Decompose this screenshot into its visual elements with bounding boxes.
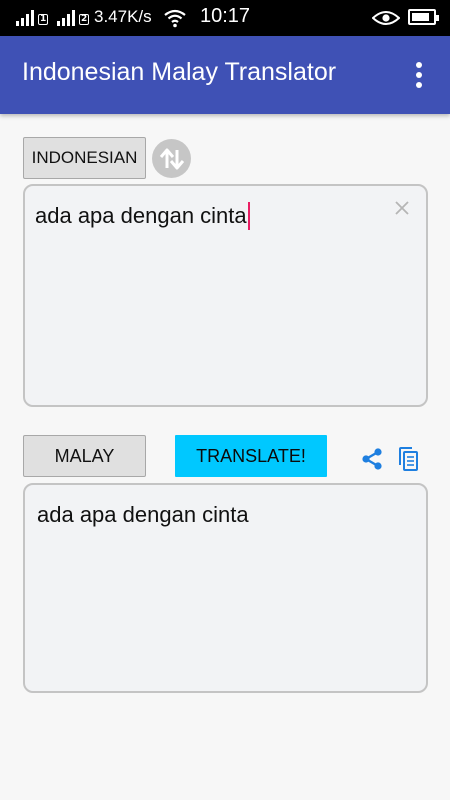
battery-level xyxy=(412,13,429,21)
signal-strength-icon-2 xyxy=(57,10,75,26)
text-cursor xyxy=(247,202,250,230)
wifi-icon xyxy=(164,9,186,28)
target-language-button[interactable]: MALAY xyxy=(23,435,146,477)
source-text-wrapper: ada apa dengan cinta xyxy=(35,202,250,230)
overflow-menu-icon[interactable] xyxy=(404,58,434,92)
source-text-input[interactable]: ada apa dengan cinta xyxy=(23,184,428,407)
clock: 10:17 xyxy=(200,5,251,27)
translation-result-box[interactable]: ada apa dengan cinta xyxy=(23,483,428,693)
swap-languages-button[interactable] xyxy=(152,139,191,178)
app-title: Indonesian Malay Translator xyxy=(22,58,337,86)
battery-icon xyxy=(408,9,439,25)
sim1-badge: 1 xyxy=(38,14,49,25)
swap-arrows-icon xyxy=(159,148,184,169)
source-language-button[interactable]: INDONESIAN xyxy=(23,137,146,179)
close-icon[interactable] xyxy=(392,198,412,218)
share-icon[interactable] xyxy=(360,447,384,471)
result-text: ada apa dengan cinta xyxy=(37,502,249,527)
signal-strength-icon xyxy=(16,10,34,26)
app-bar: Indonesian Malay Translator xyxy=(0,36,450,114)
status-bar: 1 2 3.47K/s 10:17 xyxy=(0,0,450,36)
eye-icon xyxy=(372,11,400,25)
source-text: ada apa dengan cinta xyxy=(35,203,247,228)
translate-button[interactable]: TRANSLATE! xyxy=(175,435,327,477)
copy-icon[interactable] xyxy=(397,446,419,472)
network-speed: 3.47K/s xyxy=(94,7,152,26)
sim2-badge: 2 xyxy=(79,14,90,25)
